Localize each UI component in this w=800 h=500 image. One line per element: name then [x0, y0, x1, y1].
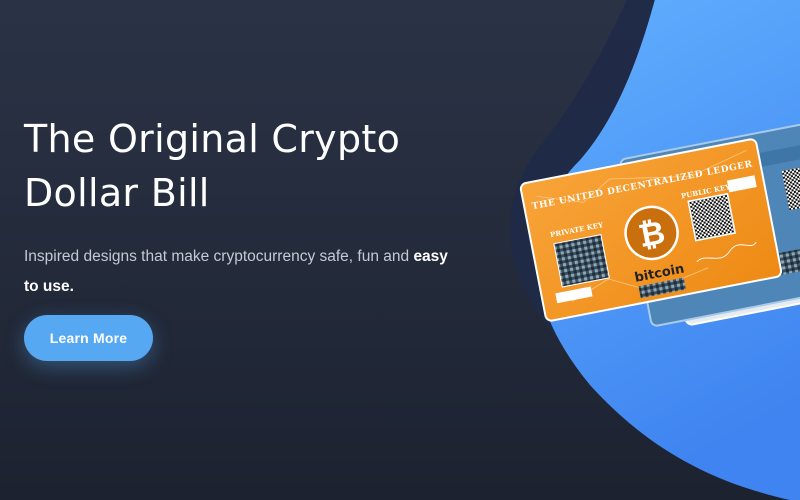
private-key-hologram [553, 234, 610, 288]
blob-shape [536, 0, 800, 500]
tagline-end: to use. [24, 278, 74, 295]
learn-more-button[interactable]: Learn More [24, 315, 153, 361]
card-bitcoin: THE UNITED DECENTRALIZED LEDGER PRIVATE … [519, 138, 783, 322]
bitcoin-label: bitcoin [633, 262, 685, 286]
blob-halo-shape [510, 0, 800, 500]
public-key-qr [687, 192, 736, 242]
bitcoin-icon: ₿ [635, 213, 668, 255]
tagline-emphasis: easy [413, 248, 448, 265]
hero-copy: The Original Crypto Dollar Bill Inspired… [24, 112, 484, 302]
ethereum-icon [731, 212, 756, 254]
private-key-label: PRIVATE KEY [549, 220, 604, 239]
ethereum-coin [715, 205, 770, 260]
bitcoin-coin [624, 205, 679, 261]
hero-tagline: Inspired designs that make cryptocurrenc… [24, 242, 484, 302]
card-ethereum: ethereum [619, 119, 800, 327]
public-key-label: PUBLIC KEY [680, 182, 732, 201]
hero-section: The Original Crypto Dollar Bill Inspired… [0, 0, 800, 500]
ethereum-label: ethereum [723, 260, 778, 283]
ledger-banner: THE UNITED DECENTRALIZED LEDGER [531, 159, 753, 212]
hero-title-line-2: Dollar Bill [24, 171, 210, 215]
hero-title: The Original Crypto Dollar Bill [24, 112, 484, 220]
tagline-text: Inspired designs that make cryptocurrenc… [24, 248, 414, 265]
bitcoin-hologram [638, 277, 686, 299]
hero-title-line-1: The Original Crypto [24, 117, 401, 161]
card-silver [656, 132, 800, 326]
